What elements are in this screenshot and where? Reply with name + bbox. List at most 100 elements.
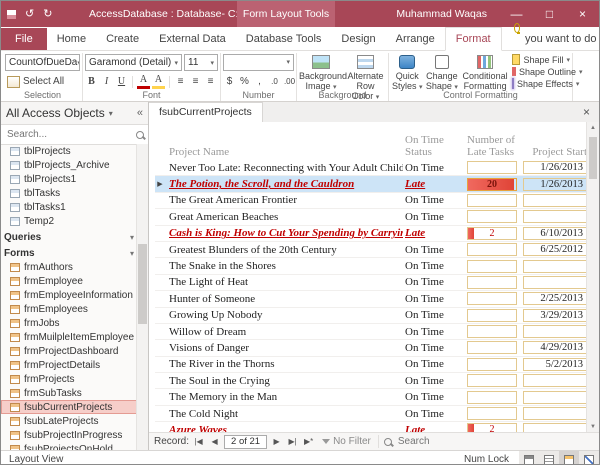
project-name-cell[interactable]: The Great American Frontier: [165, 194, 403, 206]
project-name-cell[interactable]: The River in the Thorns: [165, 358, 403, 370]
status-cell[interactable]: On Time: [403, 244, 467, 256]
table-row[interactable]: The River in the ThornsOn Time5/2/2013: [155, 357, 587, 373]
late-tasks-cell[interactable]: [467, 391, 517, 404]
late-tasks-cell[interactable]: [467, 358, 517, 371]
nav-item-frmmuilpleitememployee[interactable]: frmMuilpleItemEmployee: [1, 330, 137, 344]
late-tasks-cell[interactable]: 2: [467, 227, 517, 240]
nav-search-box[interactable]: [1, 125, 148, 145]
nav-section-queries[interactable]: Queries▾: [1, 230, 137, 244]
late-tasks-cell[interactable]: [467, 374, 517, 387]
project-start-cell[interactable]: 6/25/2012: [523, 243, 587, 256]
nav-item-frmemployeeinformation[interactable]: frmEmployeeInformation: [1, 288, 137, 302]
nav-item-frmprojectdetails[interactable]: frmProjectDetails: [1, 358, 137, 372]
record-search-input[interactable]: [396, 435, 505, 448]
nav-item-frmemployees[interactable]: frmEmployees: [1, 302, 137, 316]
project-start-cell[interactable]: [523, 276, 587, 289]
nav-item-fsublateprojects[interactable]: fsubLateProjects: [1, 414, 137, 428]
tab-arrange[interactable]: Arrange: [386, 28, 445, 50]
status-cell[interactable]: On Time: [403, 391, 467, 403]
tab-home[interactable]: Home: [47, 28, 96, 50]
late-tasks-cell[interactable]: [467, 210, 517, 223]
quick-styles-button[interactable]: Quick Styles ▾: [391, 54, 424, 93]
nav-item-frmjobs[interactable]: frmJobs: [1, 316, 137, 330]
close-button[interactable]: ×: [566, 1, 599, 27]
new-record-button[interactable]: ▶*: [302, 437, 315, 446]
table-row[interactable]: Never Too Late: Reconnecting with Your A…: [155, 160, 587, 176]
vertical-scrollbar[interactable]: ▲ ▼: [586, 122, 599, 433]
align-left-button[interactable]: ≡: [174, 74, 187, 89]
project-name-cell[interactable]: Growing Up Nobody: [165, 309, 403, 321]
status-cell[interactable]: On Time: [403, 326, 467, 338]
select-all-button[interactable]: Select All: [5, 74, 80, 89]
project-start-cell[interactable]: [523, 407, 587, 420]
project-start-cell[interactable]: [523, 210, 587, 223]
nav-item-tblprojects_archive[interactable]: tblProjects_Archive: [1, 158, 137, 172]
record-search-box[interactable]: [378, 435, 505, 448]
decrease-decimals-button[interactable]: .00: [283, 74, 296, 89]
project-start-cell[interactable]: [523, 325, 587, 338]
nav-section-forms[interactable]: Forms▾: [1, 246, 137, 260]
project-start-cell[interactable]: 1/26/2013: [523, 161, 587, 174]
status-cell[interactable]: On Time: [403, 276, 467, 288]
nav-item-temp2[interactable]: Temp2: [1, 214, 137, 228]
project-name-cell[interactable]: Willow of Dream: [165, 326, 403, 338]
table-row[interactable]: The Cold NightOn Time: [155, 406, 587, 422]
late-tasks-cell[interactable]: [467, 276, 517, 289]
nav-search-input[interactable]: [5, 128, 136, 141]
nav-scrollbar-thumb[interactable]: [138, 244, 147, 324]
layout-view-button[interactable]: [559, 451, 579, 465]
late-tasks-cell[interactable]: [467, 260, 517, 273]
tab-create[interactable]: Create: [96, 28, 149, 50]
increase-decimals-button[interactable]: .0: [268, 74, 281, 89]
background-color-button[interactable]: A: [152, 74, 165, 89]
undo-icon[interactable]: ↺: [25, 1, 34, 27]
status-cell[interactable]: On Time: [403, 162, 467, 174]
nav-pane-header[interactable]: All Access Objects ▾ «: [1, 102, 148, 125]
table-row[interactable]: Visions of DangerOn Time4/29/2013: [155, 340, 587, 356]
late-tasks-cell[interactable]: [467, 194, 517, 207]
project-name-cell[interactable]: Never Too Late: Reconnecting with Your A…: [165, 162, 403, 174]
status-cell[interactable]: On Time: [403, 375, 467, 387]
status-cell[interactable]: On Time: [403, 293, 467, 305]
italic-button[interactable]: I: [100, 74, 113, 89]
project-name-cell[interactable]: Visions of Danger: [165, 342, 403, 354]
nav-item-frmauthors[interactable]: frmAuthors: [1, 260, 137, 274]
filter-indicator[interactable]: No Filter: [318, 436, 375, 447]
currency-format-button[interactable]: $: [223, 74, 236, 89]
change-shape-button[interactable]: Change Shape ▾: [426, 54, 459, 93]
nav-item-frmemployee[interactable]: frmEmployee: [1, 274, 137, 288]
nav-item-frmsubtasks[interactable]: frmSubTasks: [1, 386, 137, 400]
align-right-button[interactable]: ≡: [204, 74, 217, 89]
project-name-cell[interactable]: Hunter of Someone: [165, 293, 403, 305]
table-row[interactable]: The Light of HeatOn Time: [155, 275, 587, 291]
project-name-cell[interactable]: Great American Beaches: [165, 211, 403, 223]
status-cell[interactable]: On Time: [403, 309, 467, 321]
align-center-button[interactable]: ≡: [189, 74, 202, 89]
nav-item-fsubcurrentprojects[interactable]: fsubCurrentProjects: [1, 400, 137, 414]
column-header-late-tasks[interactable]: Number of Late Tasks: [467, 134, 523, 158]
table-row[interactable]: The Soul in the CryingOn Time: [155, 373, 587, 389]
shape-outline-button[interactable]: Shape Outline ▾: [512, 66, 570, 77]
shape-effects-button[interactable]: Shape Effects ▾: [512, 78, 570, 89]
project-name-cell[interactable]: Greatest Blunders of the 20th Century: [165, 244, 403, 256]
tab-external-data[interactable]: External Data: [149, 28, 236, 50]
nav-item-fsubprojectsonhold[interactable]: fsubProjectsOnHold: [1, 442, 137, 450]
column-header-project-start[interactable]: Project Start: [523, 146, 587, 158]
project-start-cell[interactable]: 4/29/2013: [523, 341, 587, 354]
column-header-project-name[interactable]: Project Name: [165, 146, 403, 158]
project-start-cell[interactable]: 1/26/2013: [523, 178, 587, 191]
project-start-cell[interactable]: [523, 391, 587, 404]
datasheet-view-button[interactable]: [539, 451, 559, 465]
project-start-cell[interactable]: [523, 194, 587, 207]
nav-item-tblprojects[interactable]: tblProjects: [1, 144, 137, 158]
underline-button[interactable]: U: [115, 74, 128, 89]
late-tasks-cell[interactable]: [467, 161, 517, 174]
row-selector[interactable]: ▶: [155, 180, 165, 188]
status-cell[interactable]: On Time: [403, 194, 467, 206]
late-tasks-cell[interactable]: [467, 407, 517, 420]
nav-scrollbar[interactable]: [136, 144, 148, 450]
project-name-cell[interactable]: The Memory in the Man: [165, 391, 403, 403]
bold-button[interactable]: B: [85, 74, 98, 89]
object-selector-combo[interactable]: CountOfDueDa ▾: [5, 54, 80, 71]
late-tasks-cell[interactable]: [467, 292, 517, 305]
